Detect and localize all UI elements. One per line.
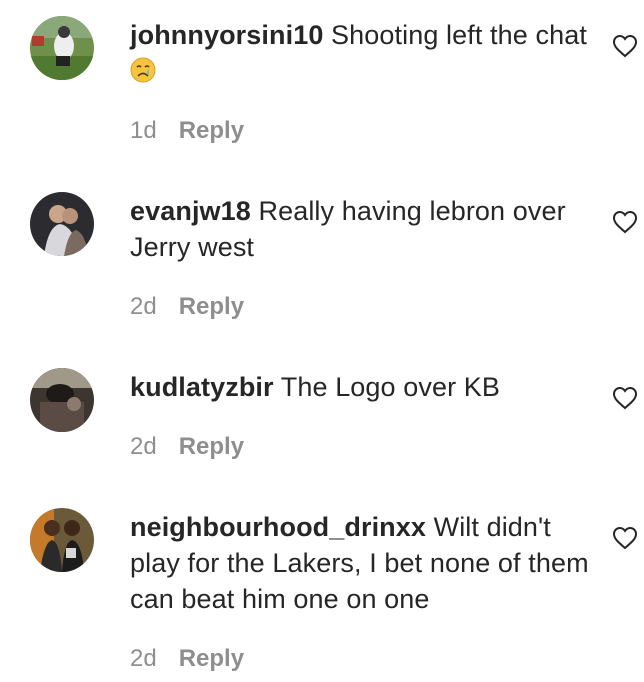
comment-text: neighbourhood_drinxx Wilt didn't play fo… [130, 509, 600, 617]
heart-outline-icon[interactable] [612, 526, 638, 550]
comment-meta: 2d Reply [130, 432, 244, 462]
comment-body: The Logo over KB [280, 372, 501, 402]
comment-username[interactable]: evanjw18 [130, 196, 251, 226]
comment-username[interactable]: johnnyorsini10 [130, 20, 323, 50]
comment-username[interactable]: neighbourhood_drinxx [130, 512, 426, 542]
comment-body: Shooting left the chat [331, 20, 587, 50]
avatar[interactable] [30, 368, 94, 432]
avatar[interactable] [30, 508, 94, 572]
comment-meta: 2d Reply [130, 644, 244, 674]
comment-meta: 2d Reply [130, 292, 244, 322]
reply-button[interactable]: Reply [179, 645, 244, 672]
comment-username[interactable]: kudlatyzbir [130, 372, 274, 402]
comment-text: johnnyorsini10 Shooting left the chat [130, 17, 600, 89]
comment-text: kudlatyzbir The Logo over KB [130, 369, 600, 405]
comment-timestamp[interactable]: 1d [130, 117, 157, 144]
comment-timestamp[interactable]: 2d [130, 645, 157, 672]
avatar[interactable] [30, 192, 94, 256]
crying-face-icon [130, 57, 156, 83]
reply-button[interactable]: Reply [179, 293, 244, 320]
heart-outline-icon[interactable] [612, 386, 638, 410]
heart-outline-icon[interactable] [612, 210, 638, 234]
reply-button[interactable]: Reply [179, 117, 244, 144]
comment-timestamp[interactable]: 2d [130, 293, 157, 320]
comment-meta: 1d Reply [130, 116, 244, 146]
comment-timestamp[interactable]: 2d [130, 433, 157, 460]
avatar[interactable] [30, 16, 94, 80]
heart-outline-icon[interactable] [612, 34, 638, 58]
comment-text: evanjw18 Really having lebron over Jerry… [130, 193, 600, 265]
reply-button[interactable]: Reply [179, 433, 244, 460]
